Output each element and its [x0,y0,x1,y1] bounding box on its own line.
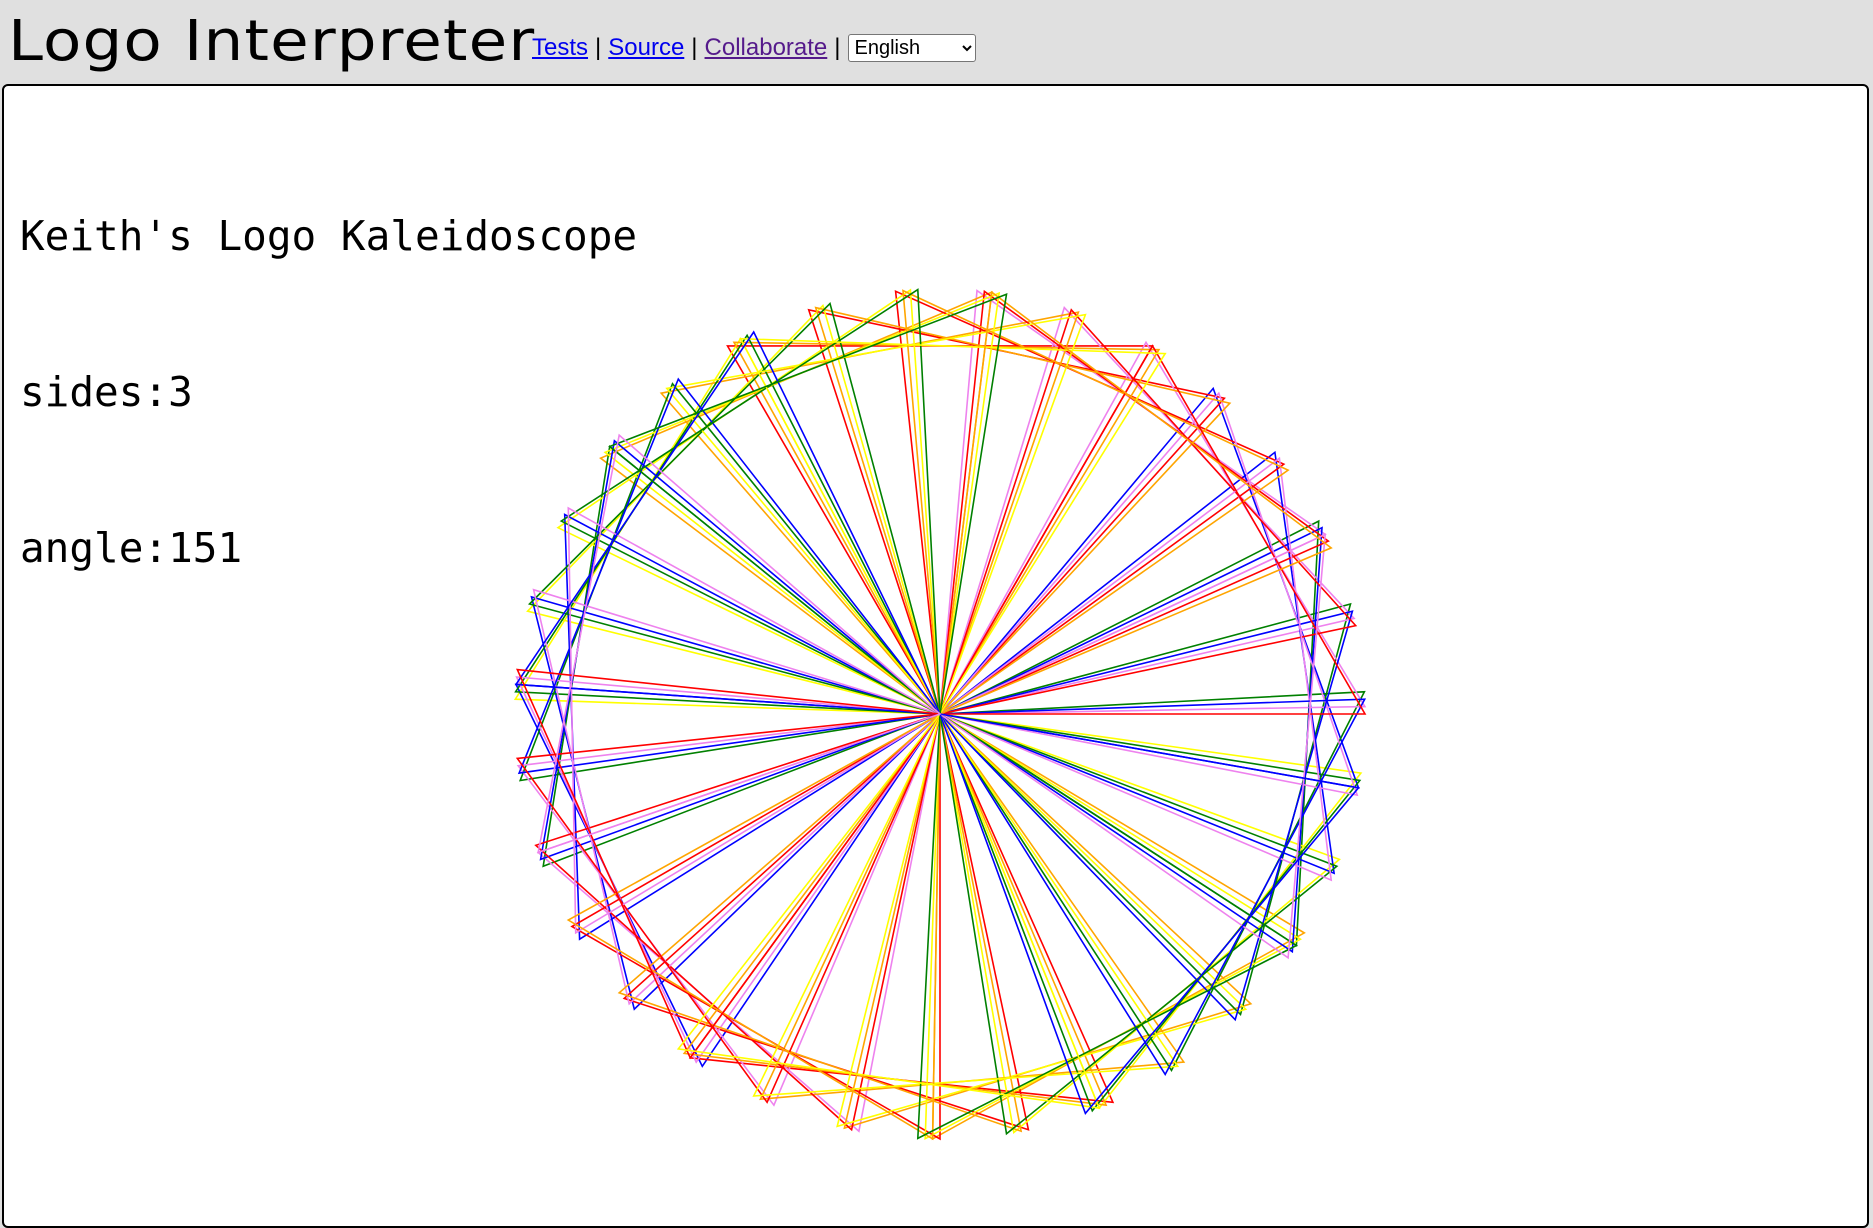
output-line-sides: sides:3 [20,368,193,416]
output-line-title: Keith's Logo Kaleidoscope [20,212,638,260]
collaborate-link[interactable]: Collaborate [705,34,828,62]
language-select[interactable]: English [847,34,976,62]
kaleidoscope-triangle [938,519,1320,947]
nav-links: Tests | Source | Collaborate | English [532,34,976,62]
kaleidoscope-triangle [534,712,942,1132]
turtle-canvas[interactable]: Keith's Logo Kaleidoscope sides:3 angle:… [2,84,1869,1228]
nav-separator: | [691,34,698,61]
tests-link[interactable]: Tests [532,34,588,62]
nav-separator: | [834,34,841,61]
kaleidoscope-triangle [514,683,942,1068]
output-text: Keith's Logo Kaleidoscope sides:3 angle:… [20,106,637,678]
nav-separator: | [595,34,602,61]
source-link[interactable]: Source [608,34,684,62]
kaleidoscope-triangle [603,291,1001,716]
kaleidoscope-triangle [938,610,1354,1022]
header-bar: Logo Interpreter Tests | Source | Collab… [0,0,1873,82]
kaleidoscope-triangle [739,337,1167,716]
app-title: Logo Interpreter [8,9,536,74]
kaleidoscope-triangle [536,712,942,1133]
output-line-angle: angle:151 [20,524,243,572]
